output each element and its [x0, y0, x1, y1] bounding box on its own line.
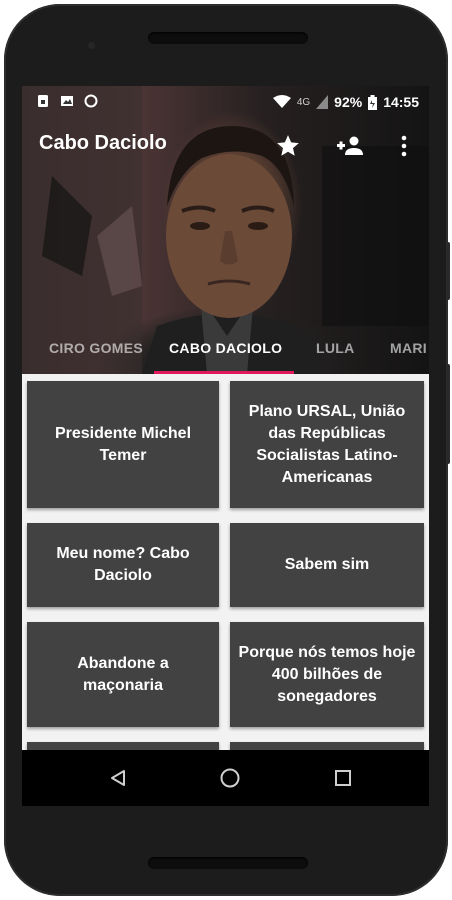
- sound-button-label: Plano URSAL, União das Repúblicas Social…: [248, 402, 406, 486]
- sound-button-label: Sabem sim: [284, 556, 370, 573]
- bottom-speaker: [148, 857, 308, 869]
- power-button: [446, 242, 450, 300]
- sound-grid: Presidente Michel Temer Plano URSAL, Uni…: [22, 374, 429, 806]
- tab-ciro-gomes[interactable]: CIRO GOMES: [49, 340, 143, 356]
- home-button[interactable]: [214, 762, 246, 794]
- sound-button[interactable]: Porque nós temos hoje 400 bilhões de son…: [230, 622, 424, 727]
- sim-icon: [38, 95, 48, 107]
- back-icon: [111, 770, 125, 786]
- tab-cabo-daciolo[interactable]: CABO DACIOLO: [169, 340, 282, 356]
- app-title: Cabo Daciolo: [39, 132, 167, 154]
- header-image: 4G 92% 14:55 Cabo Daciolo CIRO GOMES CAB…: [22, 86, 429, 374]
- sound-button[interactable]: Meu nome? Cabo Daciolo: [27, 523, 219, 607]
- app-screen: 4G 92% 14:55 Cabo Daciolo CIRO GOMES CAB…: [22, 86, 429, 806]
- add-contact-button[interactable]: [334, 130, 366, 162]
- navigation-bar: [22, 750, 429, 806]
- home-icon: [220, 768, 240, 788]
- tab-mari[interactable]: MARI: [390, 340, 427, 356]
- image-icon: [61, 96, 73, 106]
- front-camera: [88, 42, 95, 49]
- star-icon: [277, 135, 299, 156]
- signal-icon: [316, 95, 329, 109]
- tab-lula[interactable]: LULA: [316, 340, 355, 356]
- network-type: 4G: [296, 96, 311, 108]
- sound-button[interactable]: Abandone a maçonaria: [27, 622, 219, 727]
- add-person-icon: [337, 136, 363, 155]
- clock: 14:55: [383, 94, 419, 110]
- sync-icon: [84, 94, 98, 108]
- recents-icon: [335, 770, 351, 786]
- back-button[interactable]: [102, 762, 134, 794]
- sound-button-label: Abandone a maçonaria: [77, 654, 169, 694]
- top-speaker: [148, 32, 308, 44]
- favorite-button[interactable]: [272, 130, 304, 162]
- battery-icon: [368, 94, 378, 110]
- sound-button-label: Porque nós temos hoje 400 bilhões de son…: [238, 643, 416, 705]
- volume-button: [446, 364, 450, 464]
- battery-percent: 92%: [334, 94, 363, 110]
- sound-button[interactable]: Sabem sim: [230, 523, 424, 607]
- overflow-menu-button[interactable]: [388, 130, 420, 162]
- recents-button[interactable]: [327, 762, 359, 794]
- sound-button[interactable]: Presidente Michel Temer: [27, 381, 219, 508]
- wifi-icon: [272, 95, 291, 108]
- status-bar: 4G 92% 14:55: [22, 86, 429, 118]
- sound-button[interactable]: Plano URSAL, União das Repúblicas Social…: [230, 381, 424, 508]
- toolbar: Cabo Daciolo: [22, 118, 429, 174]
- sound-button-label: Meu nome? Cabo Daciolo: [56, 545, 190, 584]
- sound-button-label: Presidente Michel Temer: [54, 424, 192, 464]
- tab-bar: CIRO GOMES CABO DACIOLO LULA MARI: [22, 332, 429, 374]
- more-vert-icon: [401, 135, 407, 157]
